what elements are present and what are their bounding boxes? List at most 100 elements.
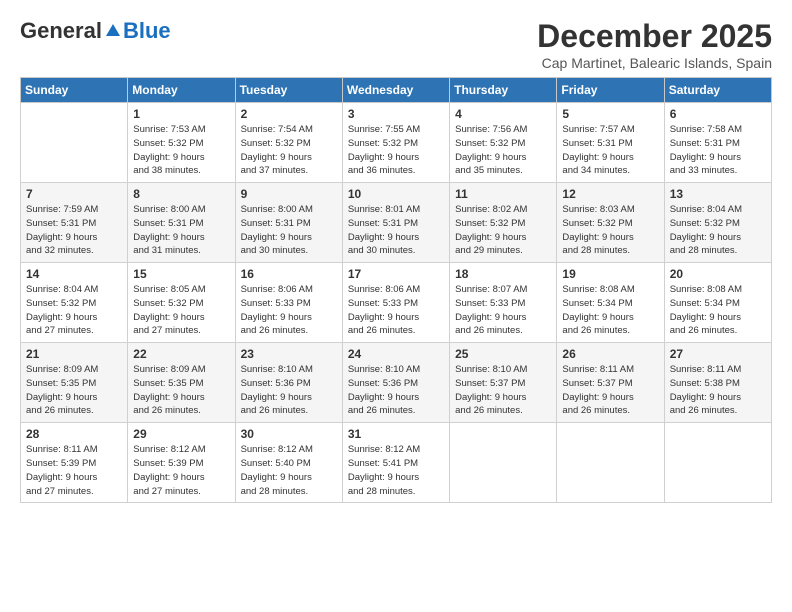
day-number: 23 [241,347,337,361]
day-cell: 28 Sunrise: 8:11 AM Sunset: 5:39 PM Dayli… [21,423,128,503]
day-info: Sunrise: 7:59 AM Sunset: 5:31 PM Dayligh… [26,203,122,258]
day-number: 29 [133,427,229,441]
day-cell: 17 Sunrise: 8:06 AM Sunset: 5:33 PM Dayli… [342,263,449,343]
header-cell-thursday: Thursday [450,78,557,103]
day-cell: 31 Sunrise: 8:12 AM Sunset: 5:41 PM Dayli… [342,423,449,503]
day-info: Sunrise: 8:02 AM Sunset: 5:32 PM Dayligh… [455,203,551,258]
day-info: Sunrise: 8:07 AM Sunset: 5:33 PM Dayligh… [455,283,551,338]
day-info: Sunrise: 7:55 AM Sunset: 5:32 PM Dayligh… [348,123,444,178]
day-cell: 29 Sunrise: 8:12 AM Sunset: 5:39 PM Dayli… [128,423,235,503]
day-number: 21 [26,347,122,361]
week-row-2: 14 Sunrise: 8:04 AM Sunset: 5:32 PM Dayli… [21,263,772,343]
day-cell: 22Sunrise: 8:09 AM Sunset: 5:35 PM Dayli… [128,343,235,423]
day-info: Sunrise: 8:12 AM Sunset: 5:39 PM Dayligh… [133,443,229,498]
day-info: Sunrise: 8:12 AM Sunset: 5:40 PM Dayligh… [241,443,337,498]
day-number: 7 [26,187,122,201]
day-info: Sunrise: 8:08 AM Sunset: 5:34 PM Dayligh… [562,283,658,338]
logo: General Blue [20,18,171,44]
day-number: 18 [455,267,551,281]
day-number: 8 [133,187,229,201]
day-cell: 30Sunrise: 8:12 AM Sunset: 5:40 PM Dayli… [235,423,342,503]
day-number: 27 [670,347,766,361]
header-cell-friday: Friday [557,78,664,103]
header-cell-wednesday: Wednesday [342,78,449,103]
day-cell: 8 Sunrise: 8:00 AM Sunset: 5:31 PM Daylig… [128,183,235,263]
header-cell-saturday: Saturday [664,78,771,103]
day-info: Sunrise: 8:00 AM Sunset: 5:31 PM Dayligh… [241,203,337,258]
day-cell: 2 Sunrise: 7:54 AM Sunset: 5:32 PM Daylig… [235,103,342,183]
day-info: Sunrise: 8:05 AM Sunset: 5:32 PM Dayligh… [133,283,229,338]
day-number: 14 [26,267,122,281]
day-number: 3 [348,107,444,121]
day-number: 5 [562,107,658,121]
day-cell: 11Sunrise: 8:02 AM Sunset: 5:32 PM Dayli… [450,183,557,263]
day-info: Sunrise: 7:54 AM Sunset: 5:32 PM Dayligh… [241,123,337,178]
day-info: Sunrise: 7:58 AM Sunset: 5:31 PM Dayligh… [670,123,766,178]
day-cell [664,423,771,503]
main-title: December 2025 [537,18,772,55]
logo-general: General [20,18,102,44]
header-row: SundayMondayTuesdayWednesdayThursdayFrid… [21,78,772,103]
day-number: 17 [348,267,444,281]
day-number: 19 [562,267,658,281]
day-info: Sunrise: 8:10 AM Sunset: 5:36 PM Dayligh… [241,363,337,418]
logo-blue: Blue [123,18,171,44]
day-cell: 25 Sunrise: 8:10 AM Sunset: 5:37 PM Dayli… [450,343,557,423]
page: General Blue December 2025 Cap Martinet,… [0,0,792,612]
day-number: 25 [455,347,551,361]
day-cell: 12Sunrise: 8:03 AM Sunset: 5:32 PM Dayli… [557,183,664,263]
day-cell: 14 Sunrise: 8:04 AM Sunset: 5:32 PM Dayli… [21,263,128,343]
day-info: Sunrise: 8:01 AM Sunset: 5:31 PM Dayligh… [348,203,444,258]
day-info: Sunrise: 8:03 AM Sunset: 5:32 PM Dayligh… [562,203,658,258]
calendar-header: SundayMondayTuesdayWednesdayThursdayFrid… [21,78,772,103]
day-cell: 18 Sunrise: 8:07 AM Sunset: 5:33 PM Dayli… [450,263,557,343]
logo-icon [104,22,122,40]
day-number: 16 [241,267,337,281]
day-cell: 6 Sunrise: 7:58 AM Sunset: 5:31 PM Daylig… [664,103,771,183]
day-cell: 13Sunrise: 8:04 AM Sunset: 5:32 PM Dayli… [664,183,771,263]
day-info: Sunrise: 8:11 AM Sunset: 5:39 PM Dayligh… [26,443,122,498]
day-number: 28 [26,427,122,441]
day-cell: 24 Sunrise: 8:10 AM Sunset: 5:36 PM Dayli… [342,343,449,423]
day-cell: 5 Sunrise: 7:57 AM Sunset: 5:31 PM Daylig… [557,103,664,183]
header-cell-sunday: Sunday [21,78,128,103]
day-number: 1 [133,107,229,121]
day-cell: 21Sunrise: 8:09 AM Sunset: 5:35 PM Dayli… [21,343,128,423]
day-cell: 26Sunrise: 8:11 AM Sunset: 5:37 PM Dayli… [557,343,664,423]
day-cell: 16Sunrise: 8:06 AM Sunset: 5:33 PM Dayli… [235,263,342,343]
day-info: Sunrise: 7:56 AM Sunset: 5:32 PM Dayligh… [455,123,551,178]
day-number: 6 [670,107,766,121]
day-number: 31 [348,427,444,441]
day-info: Sunrise: 8:04 AM Sunset: 5:32 PM Dayligh… [670,203,766,258]
day-cell: 1Sunrise: 7:53 AM Sunset: 5:32 PM Daylig… [128,103,235,183]
subtitle: Cap Martinet, Balearic Islands, Spain [537,55,772,71]
day-info: Sunrise: 8:10 AM Sunset: 5:37 PM Dayligh… [455,363,551,418]
header: General Blue December 2025 Cap Martinet,… [20,18,772,71]
day-cell [21,103,128,183]
day-info: Sunrise: 8:11 AM Sunset: 5:38 PM Dayligh… [670,363,766,418]
day-number: 24 [348,347,444,361]
day-cell: 9Sunrise: 8:00 AM Sunset: 5:31 PM Daylig… [235,183,342,263]
day-number: 4 [455,107,551,121]
calendar-table: SundayMondayTuesdayWednesdayThursdayFrid… [20,77,772,503]
day-info: Sunrise: 8:10 AM Sunset: 5:36 PM Dayligh… [348,363,444,418]
day-info: Sunrise: 8:12 AM Sunset: 5:41 PM Dayligh… [348,443,444,498]
day-cell: 27 Sunrise: 8:11 AM Sunset: 5:38 PM Dayli… [664,343,771,423]
day-info: Sunrise: 8:06 AM Sunset: 5:33 PM Dayligh… [348,283,444,338]
header-cell-tuesday: Tuesday [235,78,342,103]
calendar-body: 1Sunrise: 7:53 AM Sunset: 5:32 PM Daylig… [21,103,772,503]
day-info: Sunrise: 8:04 AM Sunset: 5:32 PM Dayligh… [26,283,122,338]
day-cell [450,423,557,503]
week-row-1: 7 Sunrise: 7:59 AM Sunset: 5:31 PM Daylig… [21,183,772,263]
day-cell: 10Sunrise: 8:01 AM Sunset: 5:31 PM Dayli… [342,183,449,263]
header-cell-monday: Monday [128,78,235,103]
day-info: Sunrise: 8:00 AM Sunset: 5:31 PM Dayligh… [133,203,229,258]
week-row-4: 28 Sunrise: 8:11 AM Sunset: 5:39 PM Dayli… [21,423,772,503]
day-cell [557,423,664,503]
title-block: December 2025 Cap Martinet, Balearic Isl… [537,18,772,71]
day-info: Sunrise: 7:57 AM Sunset: 5:31 PM Dayligh… [562,123,658,178]
day-cell: 15Sunrise: 8:05 AM Sunset: 5:32 PM Dayli… [128,263,235,343]
day-number: 2 [241,107,337,121]
week-row-0: 1Sunrise: 7:53 AM Sunset: 5:32 PM Daylig… [21,103,772,183]
day-cell: 20Sunrise: 8:08 AM Sunset: 5:34 PM Dayli… [664,263,771,343]
